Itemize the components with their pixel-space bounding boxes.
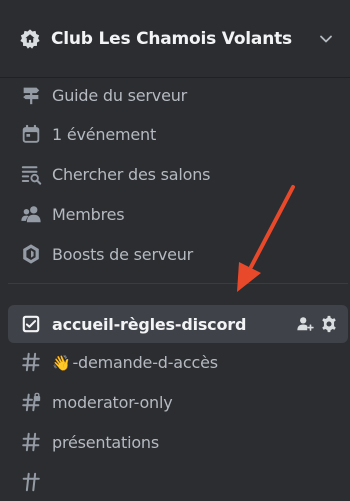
channel-partial[interactable] — [8, 463, 348, 501]
channel-presentations[interactable]: présentations — [8, 423, 348, 461]
boost-gem-icon — [23, 244, 39, 264]
waving-hand-emoji: 👋 — [52, 353, 71, 372]
channel-accueil-regles-discord[interactable]: accueil-règles-discord — [8, 305, 348, 343]
nav-label-browse-channels: Chercher des salons — [52, 164, 211, 184]
hashtag-icon — [22, 432, 40, 452]
nav-label-boosts: Boosts de serveur — [52, 244, 194, 264]
channel-label: accueil-règles-discord — [52, 314, 247, 334]
calendar-icon — [22, 124, 40, 143]
channel-name: -demande-d-accès — [72, 352, 218, 372]
channel-demande-d-acces[interactable]: 👋 -demande-d-accès — [8, 343, 348, 381]
channel-moderator-only[interactable]: moderator-only — [8, 383, 348, 421]
browse-channels-icon — [21, 166, 42, 185]
channel-actions — [296, 315, 338, 333]
server-header[interactable]: Club Les Chamois Volants — [0, 0, 350, 78]
members-icon — [21, 206, 41, 223]
locked-hashtag-icon — [22, 392, 41, 412]
nav-item-events[interactable]: 1 événement — [8, 114, 348, 154]
hashtag-icon — [22, 472, 40, 492]
chevron-down-icon[interactable] — [318, 31, 334, 47]
nav-label-guide: Guide du serveur — [52, 85, 188, 105]
server-name: Club Les Chamois Volants — [51, 28, 292, 49]
nav-label-events: 1 événement — [52, 124, 157, 144]
signpost-icon — [23, 87, 40, 105]
nav-label-members: Membres — [52, 204, 125, 224]
channel-label: 👋 -demande-d-accès — [52, 353, 218, 372]
annotation-arrow-icon — [237, 185, 295, 292]
hashtag-icon — [22, 352, 40, 372]
nav-item-guide[interactable]: Guide du serveur — [8, 75, 348, 115]
channel-label: moderator-only — [52, 392, 173, 412]
rules-channel-icon — [22, 315, 40, 333]
invite-member-icon[interactable] — [296, 315, 314, 333]
community-server-icon — [20, 28, 40, 49]
channel-label: présentations — [52, 432, 160, 452]
gear-icon[interactable] — [320, 315, 338, 333]
